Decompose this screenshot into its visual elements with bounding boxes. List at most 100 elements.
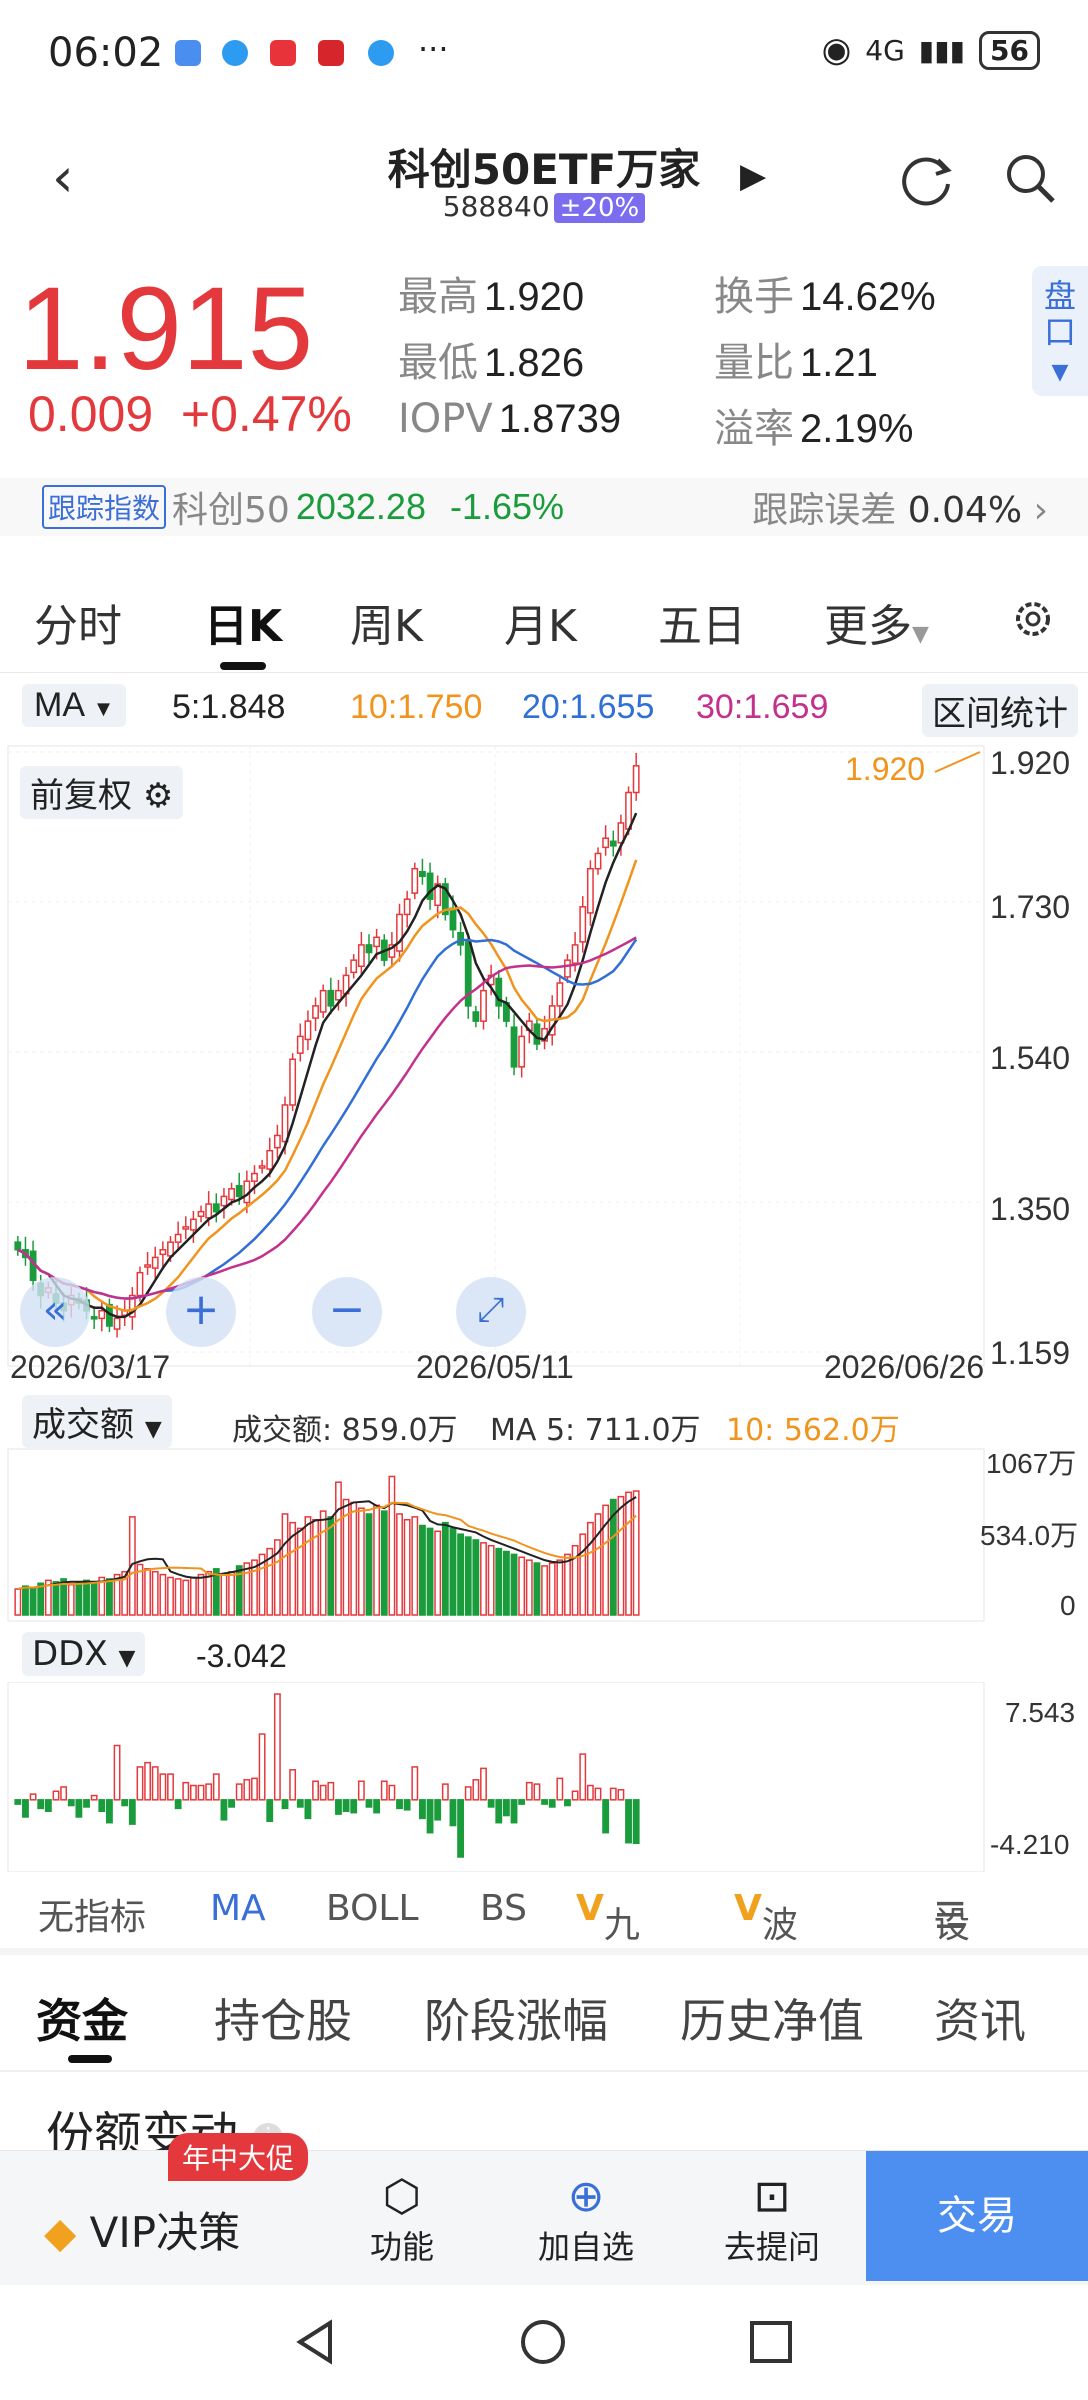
candle (609, 840, 617, 847)
ddx-bar (304, 1799, 312, 1820)
ddx-bar (579, 1753, 587, 1801)
search-icon[interactable] (1004, 152, 1058, 206)
zoom-in-button[interactable]: + (166, 1277, 236, 1347)
candle (228, 1188, 235, 1201)
candle (396, 913, 403, 952)
ddx-bar (525, 1781, 533, 1801)
ddx-bar (14, 1799, 22, 1805)
zoom-out-button[interactable]: − (312, 1277, 382, 1347)
tab-more-label: 更多 (824, 601, 912, 652)
ma-selector-label: MA (34, 686, 84, 724)
volume-bar (419, 1524, 426, 1616)
reading-app-icon (318, 40, 344, 66)
adjust-selector[interactable]: 前复权 ⚙ (20, 766, 184, 819)
candle (144, 1264, 152, 1268)
limit-badge: ±20% (553, 193, 646, 223)
volume-bar (67, 1583, 75, 1616)
section-tab-underline (68, 2055, 112, 2063)
vip-decision-button[interactable]: ◆ VIP决策 (44, 2199, 240, 2260)
volume-bar (106, 1578, 113, 1616)
indicator-bs[interactable]: BS (480, 1888, 527, 1929)
section-tab-news[interactable]: 资讯 (934, 1985, 1026, 2051)
function-button[interactable]: ⬡ 功能 (312, 2171, 492, 2268)
ddx-panel[interactable]: DDX ▼ -3.042 7.543 -4.210 (0, 1632, 1088, 1872)
price-axis-label: 1.350 (990, 1191, 1070, 1227)
volume-bar (357, 1507, 365, 1616)
indicator-band-king[interactable]: V波段王 (734, 1888, 798, 2050)
add-watchlist-label: 加自选 (537, 2228, 634, 2266)
volume-bar (403, 1518, 411, 1616)
ddx-bar (251, 1777, 258, 1801)
next-stock-icon[interactable]: ▶ (740, 156, 766, 196)
stat-high: 最高 1.920 (398, 274, 585, 320)
tracking-index-tag: 跟踪指数 (42, 485, 167, 529)
ddx-bar (357, 1780, 365, 1801)
volume-bar (151, 1570, 159, 1616)
candle (296, 1035, 304, 1054)
volume-ma5: MA 5: 711.0万 (490, 1413, 701, 1448)
volume-bar (319, 1510, 327, 1616)
date-axis-label: 2026/03/17 (10, 1349, 170, 1385)
section-tab-stage-gain[interactable]: 阶段涨幅 (424, 1985, 608, 2051)
indicator-nine-turn[interactable]: V九转 (576, 1888, 640, 1998)
tracking-index-bar[interactable]: 跟踪指数 科创50 2032.28 -1.65% 跟踪误差 0.04% › (0, 478, 1088, 536)
candle (151, 1256, 159, 1269)
volume-bar (502, 1550, 510, 1616)
ddx-bar (266, 1799, 274, 1823)
tab-weekly-k[interactable]: 周K (350, 590, 423, 654)
ma20-line (17, 938, 638, 1300)
volume-selector[interactable]: 成交额 ▼ (22, 1395, 172, 1448)
ddx-bar (335, 1799, 342, 1815)
range-stats-button[interactable]: 区间统计 (922, 684, 1078, 737)
ddx-selector[interactable]: DDX ▼ (22, 1632, 146, 1676)
volume-panel[interactable]: 成交额 ▼ 成交额: 859.0万 MA 5: 711.0万 10: 562.0… (0, 1395, 1088, 1625)
nav-recents-icon[interactable] (746, 2317, 796, 2367)
order-book-toggle[interactable]: 盘口 ▼ (1032, 266, 1088, 396)
tab-daily-k[interactable]: 日K (204, 590, 282, 654)
ddx-bar (617, 1789, 625, 1801)
ddx-bar (22, 1799, 29, 1818)
period-tabs: 分时 日K 周K 月K 五日 更多▼ (0, 580, 1088, 670)
volume-bar (518, 1556, 526, 1616)
tracking-error[interactable]: 跟踪误差 0.04% › (752, 481, 1048, 533)
candle (327, 989, 335, 1007)
ask-question-button[interactable]: ⊡ 去提问 (682, 2171, 862, 2268)
ddx-bar (106, 1799, 113, 1824)
candle (373, 936, 381, 948)
add-watchlist-button[interactable]: ⊕ 加自选 (496, 2171, 676, 2268)
ddx-bar (144, 1761, 152, 1801)
section-tab-holdings[interactable]: 持仓股 (214, 1985, 352, 2051)
kline-chart[interactable]: 1.920 1.730 1.540 1.350 1.159 2026/03/17 2026/… (0, 742, 1088, 1392)
ma-selector[interactable]: MA ▼ (22, 684, 127, 727)
indicator-boll[interactable]: BOLL (326, 1888, 419, 1929)
section-tab-nav-history[interactable]: 历史净值 (680, 1985, 864, 2051)
volume-bar (617, 1495, 625, 1616)
tab-intraday[interactable]: 分时 (34, 590, 122, 654)
fullscreen-button[interactable]: ⤢ (456, 1277, 526, 1347)
indicator-none[interactable]: 无指标 (38, 1888, 146, 1940)
last-price: 1.915 (18, 263, 314, 395)
candle (365, 944, 373, 954)
scroll-left-button[interactable]: « (20, 1277, 90, 1347)
candle (136, 1271, 144, 1297)
stock-code: 588840 (442, 190, 550, 223)
stat-low: 最低 1.826 (398, 340, 585, 386)
tab-five-day[interactable]: 五日 (658, 590, 746, 654)
tab-monthly-k[interactable]: 月K (504, 590, 577, 654)
indicator-ma[interactable]: MA (210, 1888, 266, 1929)
candle (98, 1310, 106, 1320)
trade-button[interactable]: 交易 (866, 2151, 1088, 2281)
nav-home-icon[interactable] (518, 2317, 568, 2367)
ddx-bar (487, 1799, 495, 1808)
diamond-icon: ◆ (44, 2208, 77, 2257)
candle (564, 959, 571, 978)
section-tab-funds[interactable]: 资金 (36, 1985, 128, 2051)
candle (159, 1249, 167, 1256)
ddx-bar (281, 1799, 289, 1810)
volume-bar (533, 1562, 541, 1616)
refresh-icon[interactable] (898, 150, 956, 208)
candle (579, 906, 587, 943)
tab-more[interactable]: 更多▼ (824, 590, 929, 654)
nav-back-icon[interactable] (290, 2317, 340, 2367)
chart-settings-icon[interactable] (1010, 596, 1056, 642)
